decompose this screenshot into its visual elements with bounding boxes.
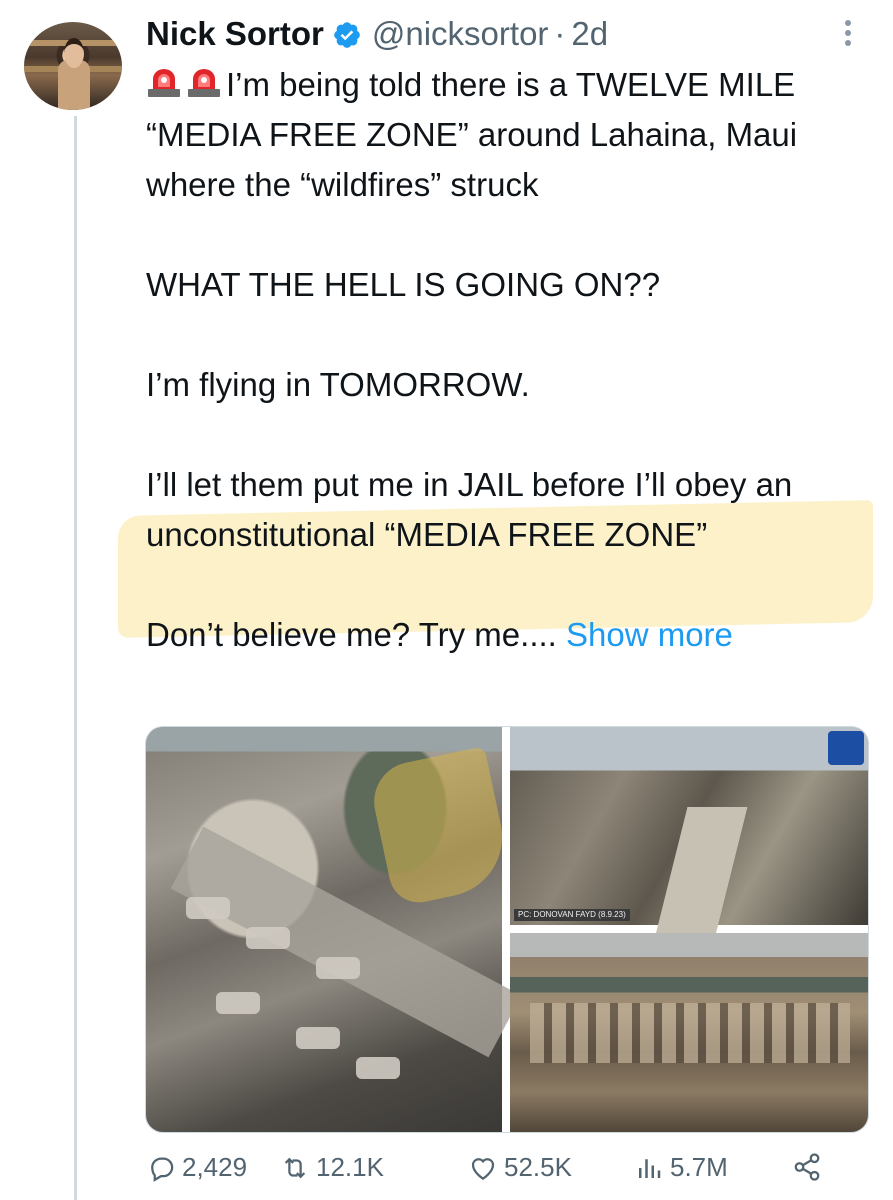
media-photo-2[interactable]: PC: DONOVAN FAYD (8.9.23) — [510, 727, 868, 947]
tweet-paragraph: I’m being told there is a TWELVE MILE “M… — [146, 60, 866, 210]
more-dot — [845, 40, 851, 46]
views-button[interactable]: 5.7M — [634, 1152, 728, 1183]
verified-badge-icon[interactable] — [332, 19, 362, 49]
photo-road — [652, 807, 748, 947]
media-grid: PC: DONOVAN FAYD (8.9.23) — [145, 726, 869, 1133]
photo-car — [246, 927, 290, 949]
photo-ruins — [530, 1003, 850, 1063]
more-dot — [845, 30, 851, 36]
tweet-line-3: I’m flying in TOMORROW. — [146, 366, 530, 403]
tweet-line-2: WHAT THE HELL IS GOING ON?? — [146, 266, 661, 303]
views-count: 5.7M — [670, 1152, 728, 1182]
views-chart-icon — [639, 1158, 661, 1178]
retweet-count: 12.1K — [316, 1152, 384, 1182]
like-count: 52.5K — [504, 1152, 572, 1182]
more-options-icon[interactable] — [838, 16, 858, 52]
share-icon — [794, 1153, 820, 1181]
handle[interactable]: @nicksortor — [372, 14, 549, 54]
more-dot — [845, 20, 851, 26]
tweet-text: I’m being told there is a TWELVE MILE “M… — [146, 60, 866, 660]
like-button[interactable]: 52.5K — [468, 1152, 572, 1183]
retweet-icon — [284, 1157, 306, 1178]
photo-car — [216, 992, 260, 1014]
tweet-line-1: I’m being told there is a TWELVE MILE “M… — [146, 66, 798, 203]
tweet-line-5-text: Don’t believe me? Try me.... — [146, 616, 557, 653]
photo-highlight-mark — [366, 746, 514, 908]
reply-icon — [151, 1157, 174, 1182]
reply-button[interactable]: 2,429 — [146, 1152, 247, 1183]
thread-line — [74, 116, 77, 1200]
tweet-header: Nick Sortor @nicksortor · 2d — [146, 14, 608, 54]
show-more-link[interactable]: Show more — [566, 616, 733, 653]
media-photo-1[interactable] — [146, 727, 522, 1132]
media-photo-3[interactable] — [510, 933, 868, 1132]
siren-icon — [186, 63, 222, 97]
photo-car — [356, 1057, 400, 1079]
photo-car — [316, 957, 360, 979]
heart-icon — [471, 1157, 495, 1180]
share-button[interactable] — [792, 1152, 828, 1182]
avatar-head — [64, 38, 84, 68]
display-name[interactable]: Nick Sortor — [146, 14, 324, 54]
photo-credit: PC: DONOVAN FAYD (8.9.23) — [514, 909, 630, 921]
timestamp[interactable]: 2d — [571, 14, 608, 54]
maui-now-logo — [828, 731, 864, 765]
retweet-button[interactable]: 12.1K — [280, 1152, 384, 1183]
avatar[interactable] — [24, 22, 122, 110]
separator-dot: · — [554, 15, 566, 52]
siren-icon — [146, 63, 182, 97]
reply-count: 2,429 — [182, 1152, 248, 1182]
tweet-line-4: I’ll let them put me in JAIL before I’ll… — [146, 466, 793, 553]
tweet-line-5: Don’t believe me? Try me.... Show more — [146, 610, 866, 660]
photo-car — [186, 897, 230, 919]
photo-car — [296, 1027, 340, 1049]
action-bar: 2,429 12.1K 52.5K 5.7M — [146, 1152, 866, 1192]
